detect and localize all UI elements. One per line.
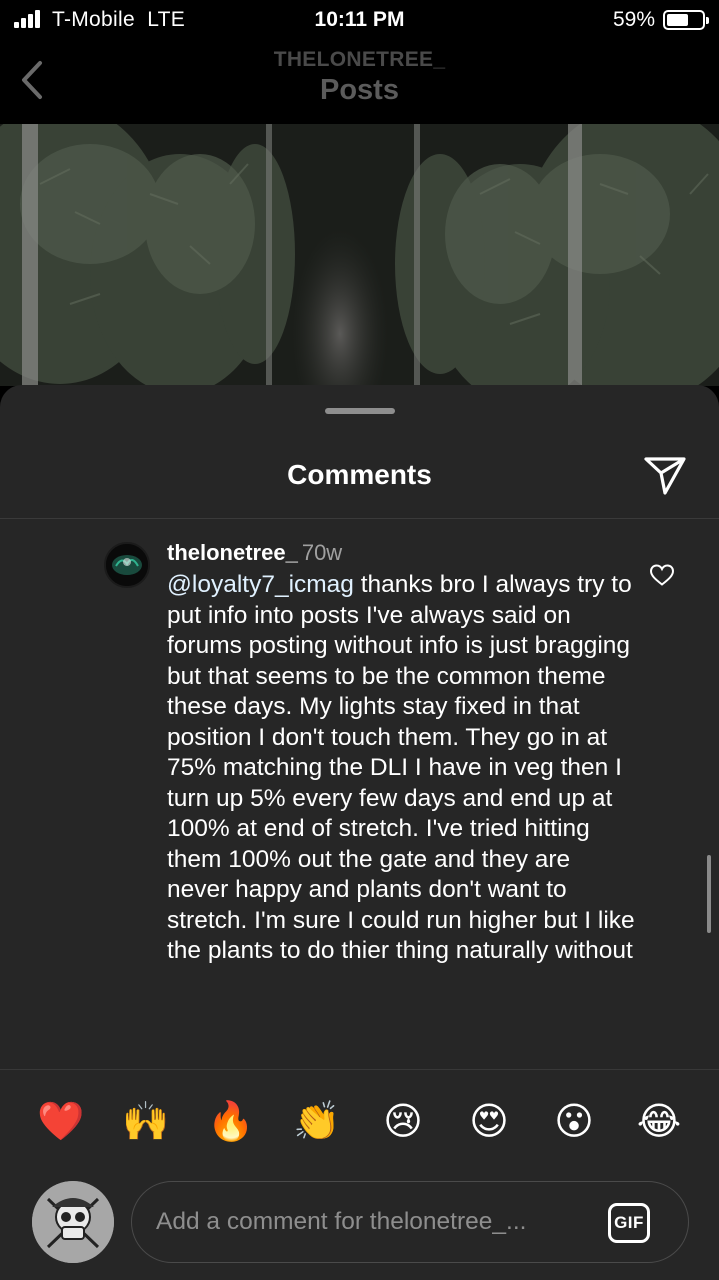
status-bar: T-Mobile LTE 10:11 PM 59% (0, 0, 719, 40)
share-button[interactable] (643, 455, 687, 495)
comment-input-placeholder: Add a comment for thelonetree_... (156, 1208, 527, 1235)
emoji-raised-hands[interactable]: 🙌 (121, 1097, 171, 1147)
page-title: Posts (320, 74, 399, 106)
emoji-fire[interactable]: 🔥 (206, 1097, 256, 1147)
clock: 10:11 PM (314, 8, 405, 31)
comment-username[interactable]: thelonetree_ (167, 540, 298, 565)
emoji-surprised[interactable]: 😮 (549, 1097, 599, 1147)
paper-plane-icon (644, 457, 686, 495)
like-comment-button[interactable] (649, 563, 675, 587)
top-nav: THELONETREE_ Posts (0, 40, 719, 124)
comment-item: thelonetree_ 70w @loyalty7_icmag thanks b… (0, 519, 719, 1069)
heart-outline-icon (649, 564, 675, 586)
battery-percent: 59% (612, 8, 655, 31)
emoji-crying[interactable]: 😢 (378, 1097, 428, 1147)
divider (0, 1069, 719, 1070)
emoji-heart[interactable]: ❤️ (36, 1097, 86, 1147)
emoji-heart-eyes[interactable]: 😍 (464, 1097, 514, 1147)
profile-username: THELONETREE_ (273, 48, 446, 71)
comment-composer: Add a comment for thelonetree_... GIF (0, 1180, 719, 1270)
sheet-drag-handle[interactable] (325, 408, 395, 414)
scrollbar[interactable] (707, 855, 711, 933)
battery-icon (663, 10, 709, 30)
comment-message: thanks bro I always try to put info into… (167, 571, 635, 964)
comment-timestamp: 70w (301, 540, 343, 565)
commenter-avatar[interactable] (104, 542, 150, 588)
comment-input[interactable]: Add a comment for thelonetree_... GIF (131, 1181, 689, 1263)
comment-mention[interactable]: @loyalty7_icmag (167, 571, 354, 598)
emoji-clapping[interactable]: 👏 (292, 1097, 342, 1147)
quick-reaction-bar: ❤️ 🙌 🔥 👏 😢 😍 😮 😂 (0, 1085, 719, 1163)
emoji-tears-of-joy[interactable]: 😂 (634, 1097, 684, 1147)
comment-header: thelonetree_ 70w (167, 539, 342, 567)
comments-sheet: Comments thelonetree_ 70w @loyalty7_icmag… (0, 385, 719, 1280)
comment-text: @loyalty7_icmag thanks bro I always try … (167, 570, 637, 967)
post-image (0, 124, 719, 386)
gif-button[interactable]: GIF (608, 1203, 650, 1243)
sheet-title: Comments (287, 459, 432, 490)
my-avatar (32, 1181, 114, 1263)
